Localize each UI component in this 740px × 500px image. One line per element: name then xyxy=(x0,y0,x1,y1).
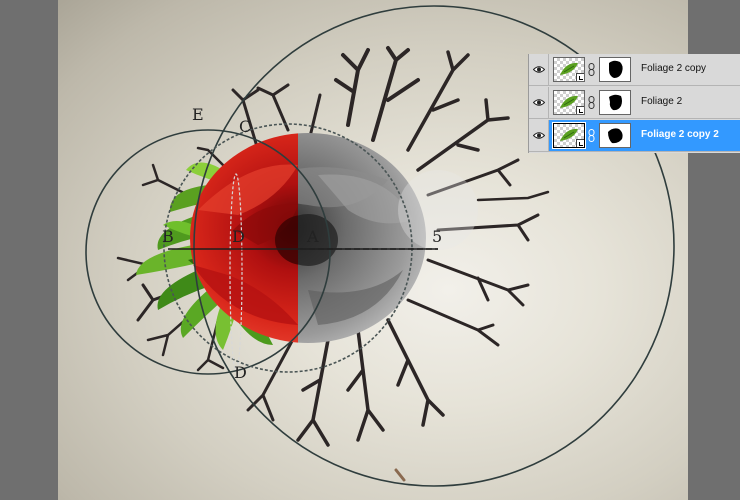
layer-row-foliage-2-copy-2[interactable]: Foliage 2 copy 2 xyxy=(529,120,740,152)
layer-row-foliage-2-copy[interactable]: Foliage 2 copy xyxy=(529,54,740,86)
chain-link-icon[interactable] xyxy=(588,96,595,109)
layer-mask-thumbnail[interactable] xyxy=(599,123,631,148)
layer-thumbnail[interactable] xyxy=(553,57,585,82)
visibility-toggle[interactable] xyxy=(529,120,549,151)
visibility-toggle[interactable] xyxy=(529,87,549,118)
letter-b: B xyxy=(162,227,174,246)
layer-name[interactable]: Foliage 2 copy xyxy=(641,63,706,74)
mask-shape-icon xyxy=(609,94,622,111)
eye-icon xyxy=(533,99,545,106)
layer-thumbnail[interactable] xyxy=(552,122,586,149)
workspace: E C B D A 5 D Foliage 2 copy Foliage 2 F… xyxy=(0,0,740,500)
letter-d-center: D xyxy=(232,227,245,246)
chain-link-icon[interactable] xyxy=(588,129,595,142)
layer-mask-thumbnail[interactable] xyxy=(599,57,631,82)
stray-mark xyxy=(394,468,406,482)
eye-icon xyxy=(533,66,545,73)
smart-object-icon xyxy=(576,73,584,81)
letter-a: A xyxy=(306,227,319,246)
letter-e: E xyxy=(192,105,204,124)
letter-d-bottom: D xyxy=(234,363,247,382)
letter-5: 5 xyxy=(432,227,442,246)
mask-shape-icon xyxy=(608,128,623,144)
layer-thumbnail[interactable] xyxy=(553,90,585,115)
chain-link-icon[interactable] xyxy=(588,63,595,76)
eye-icon xyxy=(533,132,545,139)
layers-panel: Foliage 2 copy Foliage 2 Foliage 2 copy … xyxy=(528,54,740,153)
layer-mask-thumbnail[interactable] xyxy=(599,90,631,115)
layer-row-foliage-2[interactable]: Foliage 2 xyxy=(529,87,740,119)
letter-c: C xyxy=(239,117,251,136)
smart-object-icon xyxy=(576,139,584,147)
visibility-toggle[interactable] xyxy=(529,54,549,85)
layer-name[interactable]: Foliage 2 xyxy=(641,96,682,107)
layer-name[interactable]: Foliage 2 copy 2 xyxy=(641,129,719,140)
smart-object-icon xyxy=(576,106,584,114)
mask-shape-icon xyxy=(609,60,623,78)
